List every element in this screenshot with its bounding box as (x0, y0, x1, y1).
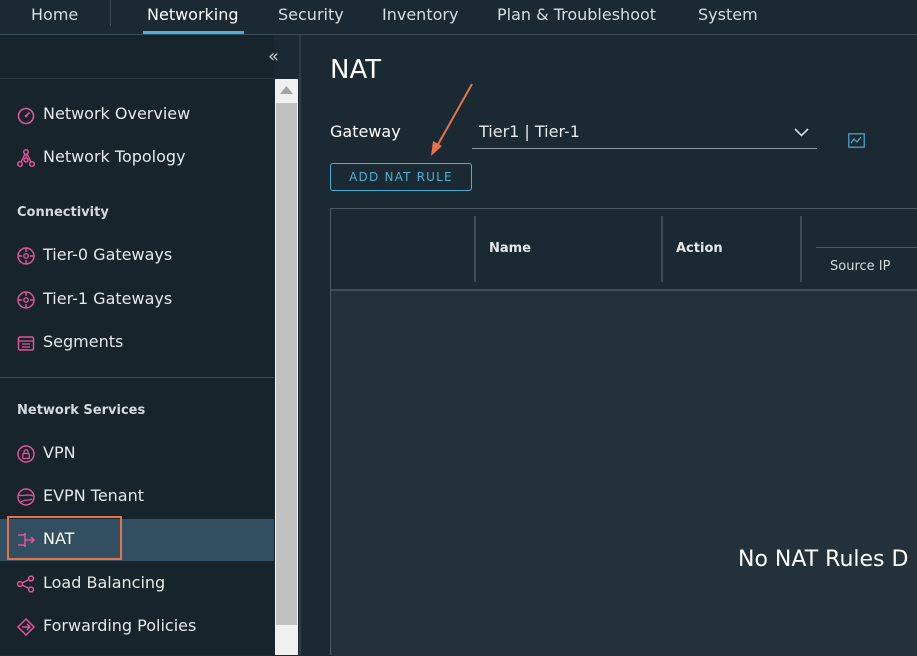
column-group-divider (816, 247, 917, 248)
sidebar-item-evpn-tenant[interactable]: EVPN Tenant (0, 476, 274, 518)
sidebar-divider (0, 78, 274, 79)
sidebar-item-segments[interactable]: Segments (0, 322, 274, 364)
grid-header: Name Action Source IP (331, 209, 917, 291)
collapse-sidebar-icon[interactable]: « (268, 46, 279, 67)
scroll-up-button[interactable] (275, 79, 298, 103)
vpn-lock-icon (17, 445, 35, 463)
tab-system[interactable]: System (698, 5, 758, 24)
gateway-select[interactable]: Tier1 | Tier-1 (472, 118, 817, 149)
tab-home[interactable]: Home (31, 5, 78, 24)
sidebar-item-label: NAT (43, 529, 75, 548)
add-nat-rule-button[interactable]: ADD NAT RULE (330, 163, 472, 191)
sidebar-item-tier1-gateways[interactable]: Tier-1 Gateways (0, 279, 274, 321)
chevron-down-icon (794, 128, 809, 137)
segments-icon (17, 336, 35, 351)
nat-rules-grid: Name Action Source IP No NAT Rules D (330, 208, 917, 656)
sidebar-item-network-overview[interactable]: Network Overview (0, 94, 274, 136)
empty-grid-message: No NAT Rules D (738, 547, 909, 572)
sidebar-item-label: EVPN Tenant (43, 486, 145, 505)
nat-icon (18, 533, 36, 547)
tab-plan-troubleshoot[interactable]: Plan & Troubleshoot (497, 5, 656, 24)
page-title: NAT (330, 55, 382, 85)
gateway-icon (17, 291, 35, 309)
grid-body (331, 291, 917, 656)
top-nav: Home Networking Security Inventory Plan … (0, 0, 917, 35)
sidebar-item-label: Segments (43, 332, 124, 351)
globe-icon (17, 488, 35, 506)
column-separator[interactable] (661, 216, 663, 282)
gateway-select-value: Tier1 | Tier-1 (479, 122, 580, 141)
gauge-icon (17, 107, 35, 125)
sidebar-item-tier0-gateways[interactable]: Tier-0 Gateways (0, 235, 274, 277)
caret-up-icon (280, 86, 293, 94)
sidebar-item-label: VPN (43, 443, 76, 462)
panel-divider (299, 35, 301, 655)
nav-divider (110, 0, 111, 26)
sidebar-item-label: Network Overview (43, 104, 191, 123)
sidebar-item-load-balancing[interactable]: Load Balancing (0, 563, 274, 605)
topology-icon (16, 148, 36, 168)
forwarding-icon (16, 617, 36, 637)
chart-icon[interactable] (848, 133, 865, 148)
tab-networking[interactable]: Networking (147, 5, 239, 24)
column-header-action[interactable]: Action (676, 241, 723, 256)
sidebar-item-label: Network Topology (43, 147, 186, 166)
sidebar-item-network-topology[interactable]: Network Topology (0, 137, 274, 179)
sidebar-item-vpn[interactable]: VPN (0, 433, 274, 475)
column-header-name[interactable]: Name (489, 241, 531, 256)
annotation-arrow (431, 83, 473, 156)
gateway-label: Gateway (330, 122, 401, 141)
sidebar-divider (0, 377, 274, 378)
gateway-icon (17, 247, 35, 265)
active-tab-indicator (143, 31, 244, 34)
sidebar-item-nat[interactable]: NAT (0, 519, 274, 561)
column-separator[interactable] (474, 216, 476, 282)
scrollbar-thumb[interactable] (276, 103, 297, 625)
share-icon (16, 575, 35, 593)
sidebar-item-forwarding-policies[interactable]: Forwarding Policies (0, 606, 274, 648)
tab-inventory[interactable]: Inventory (382, 5, 458, 24)
section-heading-network-services: Network Services (17, 403, 146, 418)
sidebar-item-label: Tier-0 Gateways (43, 245, 173, 264)
column-separator[interactable] (800, 216, 802, 282)
sidebar-item-label: Forwarding Policies (43, 616, 197, 635)
section-heading-connectivity: Connectivity (17, 205, 109, 220)
sidebar-item-label: Tier-1 Gateways (43, 289, 173, 308)
column-header-source-ip[interactable]: Source IP (830, 259, 890, 274)
sidebar-item-label: Load Balancing (43, 573, 166, 592)
tab-security[interactable]: Security (278, 5, 344, 24)
